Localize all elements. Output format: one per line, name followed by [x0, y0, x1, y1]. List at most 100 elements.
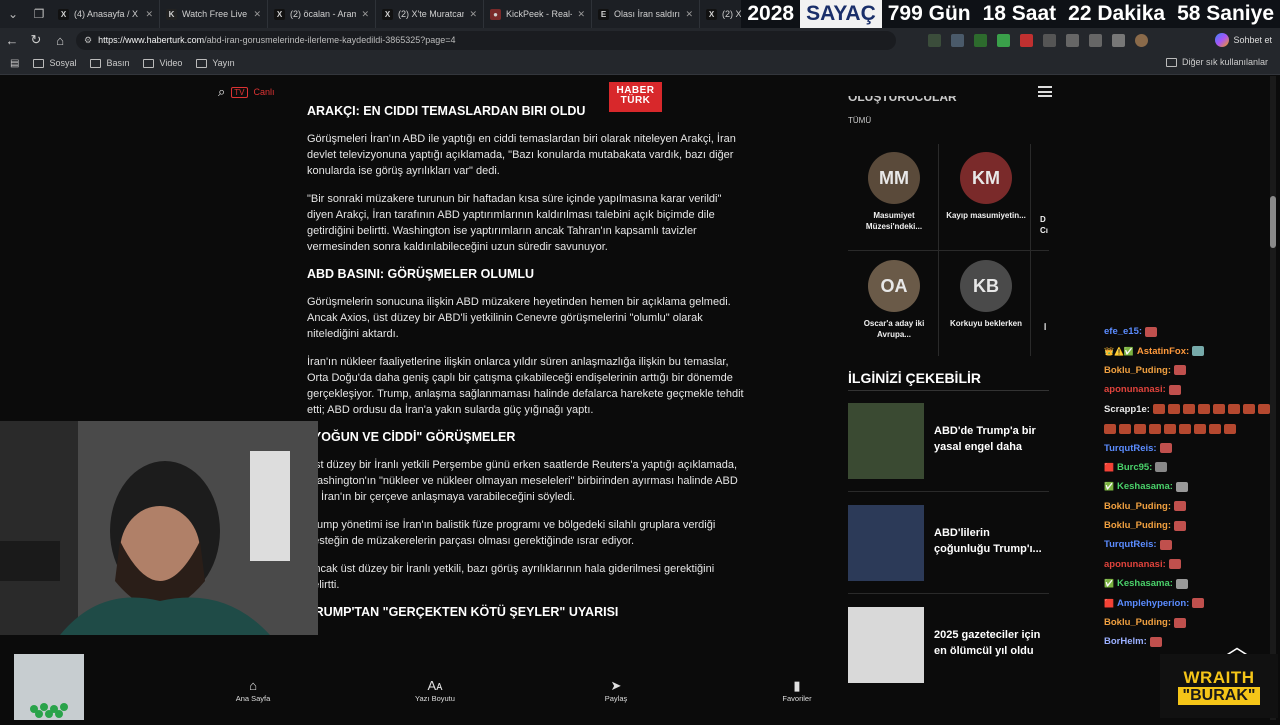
- tab-title: Olası İran saldırısı y: [614, 9, 681, 19]
- all-link[interactable]: TÜMÜ: [848, 116, 1049, 125]
- person-caption: Kayıp masumiyetin...: [946, 211, 1026, 220]
- extension-icon[interactable]: [1020, 33, 1033, 47]
- article-heading: TRUMP'TAN "GERÇEKTEN KÖTÜ ŞEYLER" UYARIS…: [307, 605, 619, 619]
- close-tab-icon[interactable]: ✕: [685, 9, 693, 20]
- x-logo-icon: X: [58, 8, 69, 20]
- news-card[interactable]: 2025 gazeteciler için en ölümcül yıl old…: [848, 607, 1049, 683]
- url-field[interactable]: ⚙ https://www.haberturk.com/abd-iran-gor…: [76, 30, 896, 50]
- person-card[interactable]: OA Oscar'a aday iki Avrupa...: [848, 260, 940, 340]
- close-tab-icon[interactable]: ✕: [469, 9, 477, 20]
- chat-username[interactable]: Boklu_Puding:: [1104, 501, 1171, 512]
- chat-username[interactable]: Burc95:: [1117, 462, 1152, 473]
- divider: [848, 390, 1049, 391]
- chat-username[interactable]: AstatinFox:: [1137, 346, 1189, 357]
- tab-search-icon[interactable]: ⌄: [0, 0, 26, 28]
- url-domain: https://www.haberturk.com: [98, 35, 205, 45]
- chat-username[interactable]: efe_e15:: [1104, 326, 1142, 337]
- copilot-chat-label: Sohbet et: [1233, 35, 1272, 45]
- extension-icon[interactable]: [1066, 33, 1079, 47]
- home-icon[interactable]: ⌂: [48, 28, 72, 52]
- chat-emote-icon: [1257, 404, 1270, 415]
- close-tab-icon[interactable]: ✕: [253, 9, 261, 20]
- browser-tab[interactable]: X (2) X'te Muratcan A ✕: [376, 0, 484, 28]
- chat-username[interactable]: aponunanasi:: [1104, 559, 1166, 570]
- chat-username[interactable]: Boklu_Puding:: [1104, 520, 1171, 531]
- chat-username[interactable]: BorHelm:: [1104, 636, 1147, 647]
- back-icon[interactable]: ←: [0, 28, 24, 52]
- nav-label: Yazı Boyutu: [415, 694, 455, 703]
- live-label[interactable]: Canlı: [254, 87, 275, 97]
- bookmark-folder[interactable]: Yayın: [196, 58, 235, 68]
- extension-icon[interactable]: [1089, 33, 1102, 47]
- bookmark-label: Basın: [106, 58, 130, 68]
- nav-home[interactable]: ⌂ Ana Sayfa: [218, 678, 288, 703]
- profile-avatar[interactable]: [1135, 33, 1148, 47]
- nav-favorites[interactable]: ▮ Favoriler: [762, 678, 832, 703]
- chat-message: BorHelm:: [1104, 632, 1274, 651]
- chat-emote-icon: [1175, 481, 1188, 492]
- chat-username[interactable]: TurqutReis:: [1104, 539, 1157, 550]
- search-icon[interactable]: ⌕: [218, 84, 225, 100]
- browser-tab[interactable]: ● KickPeek - Real-tim ✕: [484, 0, 592, 28]
- chat-badges: 🟥: [1104, 598, 1114, 608]
- chat-username[interactable]: Amplehyperion:: [1117, 598, 1189, 609]
- chat-emote-icon: [1159, 539, 1172, 550]
- bottom-navigation: ⌂ Ana Sayfa Aᴀ Yazı Boyutu ➤ Paylaş ▮ Fa…: [205, 678, 845, 716]
- nav-font-size[interactable]: Aᴀ Yazı Boyutu: [400, 678, 470, 703]
- stream-chat: efe_e15: 👑⚠️✅ AstatinFox: Boklu_Puding: apon…: [1104, 322, 1274, 652]
- site-info-icon[interactable]: ⚙: [84, 35, 92, 46]
- extension-icon[interactable]: [928, 33, 941, 47]
- close-tab-icon[interactable]: ✕: [145, 9, 153, 20]
- browser-tab[interactable]: X (4) Anasayfa / X ✕: [52, 0, 160, 28]
- sidebar: OLUŞTURUCULAR TÜMÜ MM Masumiyet Müzesi'n…: [848, 96, 1049, 356]
- close-tab-icon[interactable]: ✕: [577, 9, 585, 20]
- extension-icon[interactable]: [974, 33, 987, 47]
- tab-title: KickPeek - Real-tim: [506, 9, 572, 19]
- reload-icon[interactable]: ↻: [24, 28, 48, 52]
- bookmark-folder[interactable]: Video: [143, 58, 182, 68]
- browser-tab[interactable]: E Olası İran saldırısı y ✕: [592, 0, 700, 28]
- chat-message: TurqutReis:: [1104, 438, 1274, 457]
- chat-username[interactable]: TurqutReis:: [1104, 443, 1157, 454]
- chat-username[interactable]: aponunanasi:: [1104, 384, 1166, 395]
- chat-username[interactable]: Keshasama:: [1117, 578, 1173, 589]
- chat-emote-icon: [1149, 636, 1162, 647]
- bookmark-folder[interactable]: Basın: [90, 58, 129, 68]
- chat-emote-icon: [1175, 578, 1188, 589]
- sidebar-section-title: OLUŞTURUCULAR: [848, 96, 957, 104]
- person-card[interactable]: KB Korkuyu beklerken: [940, 260, 1032, 329]
- extension-icon[interactable]: [1043, 33, 1056, 47]
- scrollbar-thumb[interactable]: [1270, 196, 1276, 248]
- extension-icon[interactable]: [997, 33, 1010, 47]
- folder-icon: [196, 58, 208, 68]
- chat-emote-icon: [1145, 326, 1158, 337]
- person-card[interactable]: MM Masumiyet Müzesi'ndeki...: [848, 152, 940, 232]
- chat-username[interactable]: Boklu_Puding:: [1104, 365, 1171, 376]
- close-tab-icon[interactable]: ✕: [361, 9, 369, 20]
- favorites-icon[interactable]: [1112, 33, 1125, 47]
- chat-badges: 👑⚠️✅: [1104, 346, 1134, 356]
- workspaces-icon[interactable]: ❐: [26, 0, 52, 28]
- chat-emote-icon: [1242, 404, 1255, 415]
- chat-emote-icon: [1194, 423, 1206, 434]
- bookmark-folder[interactable]: Sosyal: [33, 58, 76, 68]
- chat-emote-icon: [1174, 520, 1187, 531]
- brand-line-1: WRAITH: [1183, 667, 1255, 687]
- news-card[interactable]: ABD'lilerin çoğunluğu Trump'ı...: [848, 505, 1049, 581]
- news-card[interactable]: ABD'de Trump'a bir yasal engel daha: [848, 403, 1049, 479]
- browser-tab[interactable]: X (2) öcalan - Arama / ✕: [268, 0, 376, 28]
- chat-emote-icon: [1104, 423, 1116, 434]
- person-card[interactable]: KM Kayıp masumiyetin...: [940, 152, 1032, 221]
- live-tv-icon[interactable]: TV: [231, 86, 248, 98]
- chat-username[interactable]: Scrapp1e:: [1104, 404, 1150, 415]
- other-favorites[interactable]: Diğer sık kullanılanlar: [1165, 57, 1268, 67]
- copilot-chat-button[interactable]: Sohbet et: [1215, 31, 1272, 49]
- chat-username[interactable]: Boklu_Puding:: [1104, 617, 1171, 628]
- browser-tab[interactable]: K Watch Free Live ✕: [160, 0, 268, 28]
- extension-icon[interactable]: [951, 33, 964, 47]
- chat-username[interactable]: Keshasama:: [1117, 481, 1173, 492]
- nav-share[interactable]: ➤ Paylaş: [581, 678, 651, 703]
- chat-message: Scrapp1e:: [1104, 400, 1274, 419]
- reading-list-icon[interactable]: ▤: [10, 58, 19, 69]
- article-paragraph: Görüşmeleri İran'ın ABD ile yaptığı en c…: [307, 133, 736, 177]
